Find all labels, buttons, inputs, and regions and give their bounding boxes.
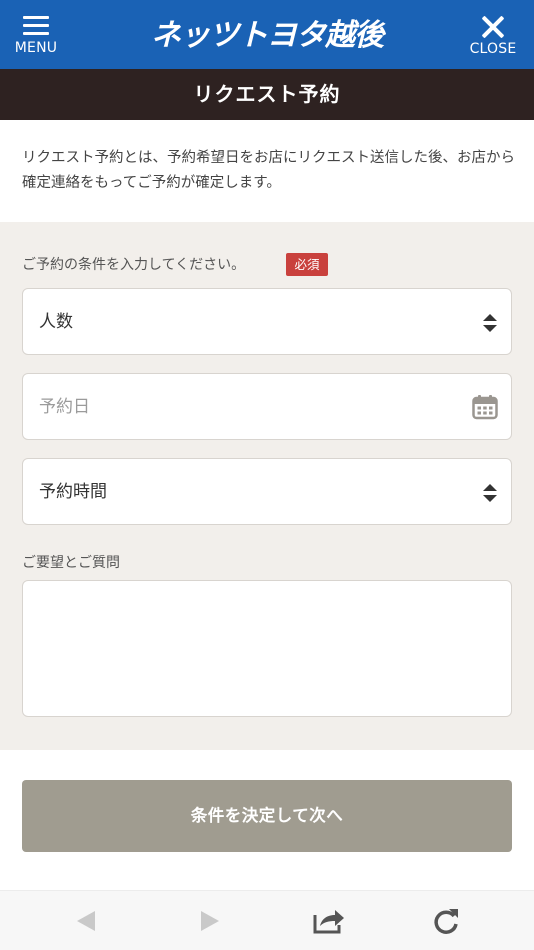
select-updown-icon xyxy=(483,314,497,332)
date-field[interactable]: 予約日 xyxy=(22,373,512,440)
back-icon[interactable] xyxy=(64,891,108,950)
party-size-select[interactable]: 人数 xyxy=(22,288,512,355)
conditions-label: ご予約の条件を入力してください。 xyxy=(22,257,246,273)
submit-button[interactable]: 条件を決定して次へ xyxy=(22,780,512,852)
time-value: 予約時間 xyxy=(39,482,107,502)
close-button[interactable]: CLOSE xyxy=(464,14,522,62)
time-select[interactable]: 予約時間 xyxy=(22,458,512,525)
hamburger-icon xyxy=(23,16,49,35)
party-size-value: 人数 xyxy=(39,312,73,332)
calendar-icon[interactable] xyxy=(472,394,498,420)
required-badge: 必須 xyxy=(286,253,328,276)
close-icon xyxy=(480,14,506,40)
requests-label: ご要望とご質問 xyxy=(22,555,120,571)
page-title: リクエスト予約 xyxy=(0,69,534,120)
requests-textarea[interactable] xyxy=(22,580,512,717)
select-updown-icon xyxy=(483,484,497,502)
top-header: MENU ネッツトヨタ越後 CLOSE xyxy=(0,0,534,69)
intro-text: リクエスト予約とは、予約希望日をお店にリクエスト送信した後、お店から確定連絡をも… xyxy=(22,150,515,191)
browser-toolbar xyxy=(0,890,534,950)
menu-button[interactable]: MENU xyxy=(10,14,62,62)
brand-logo: ネッツトヨタ越後 xyxy=(151,18,384,53)
menu-label: MENU xyxy=(14,40,58,56)
date-placeholder: 予約日 xyxy=(39,397,90,417)
forward-icon[interactable] xyxy=(188,891,232,950)
close-label: CLOSE xyxy=(469,41,517,57)
reload-icon[interactable] xyxy=(424,891,468,950)
share-icon[interactable] xyxy=(306,891,350,950)
